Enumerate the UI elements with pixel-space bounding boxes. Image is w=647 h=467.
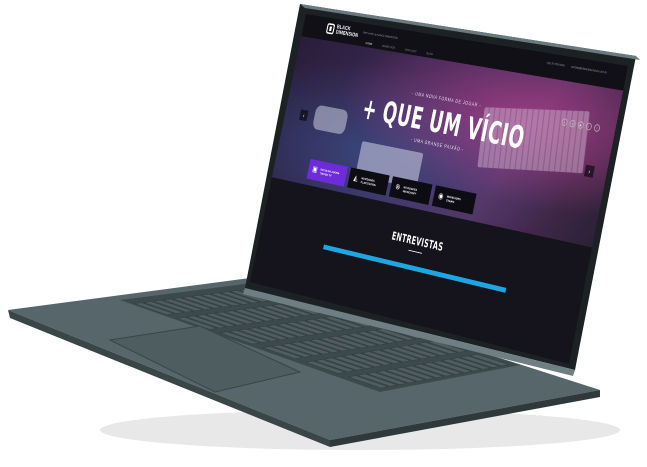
menu-item-home[interactable]: HOME bbox=[365, 41, 372, 46]
menu-item-servicos[interactable]: SERVIÇOS bbox=[405, 47, 417, 53]
cta-label: NOVIDADES PLAYSTATION bbox=[360, 176, 377, 187]
contact-phone[interactable]: (11) 97070-0000 bbox=[546, 60, 565, 67]
section-underline bbox=[408, 249, 423, 254]
playstation-icon: ◭ bbox=[352, 173, 359, 184]
instagram-icon[interactable]: ◎ bbox=[569, 119, 577, 128]
twitter-icon[interactable]: t bbox=[593, 123, 601, 133]
header-tagline: Bem-vindo ao BLACK DIMENSION bbox=[363, 30, 399, 40]
cta-label: ESCOLHA AGORA TWITCH TV bbox=[319, 167, 340, 178]
header-contact: (11) 97070-0000 contato@blackdimension.c… bbox=[546, 60, 607, 74]
site-logo[interactable]: BLACK DIMENSION bbox=[325, 22, 364, 39]
menu-item-blog[interactable]: BLOG bbox=[426, 51, 433, 56]
logo-icon bbox=[325, 22, 336, 35]
facebook-icon[interactable]: f bbox=[585, 122, 593, 131]
steam-icon: ◉ bbox=[437, 191, 445, 202]
menu-item-sobre[interactable]: SOBRE NÓS bbox=[382, 44, 396, 50]
laptop-mockup: BLACK DIMENSION Bem-vindo ao BLACK DIMEN… bbox=[0, 0, 647, 467]
logo-text: BLACK DIMENSION bbox=[335, 24, 359, 39]
contact-email[interactable]: contato@blackdimension.com.br bbox=[570, 64, 607, 74]
cta-label: NOVIDADES MICROSOFT bbox=[402, 185, 418, 196]
twitch-icon: ▣ bbox=[311, 164, 319, 175]
search-icon[interactable]: ⌕ bbox=[561, 117, 569, 127]
hero-title: + QUE UM VÍCIO bbox=[359, 91, 528, 157]
cta-label: NOVIDADES STEAM bbox=[445, 194, 462, 204]
youtube-icon[interactable]: ▶ bbox=[577, 120, 585, 130]
xbox-icon: ⊗ bbox=[394, 182, 401, 193]
